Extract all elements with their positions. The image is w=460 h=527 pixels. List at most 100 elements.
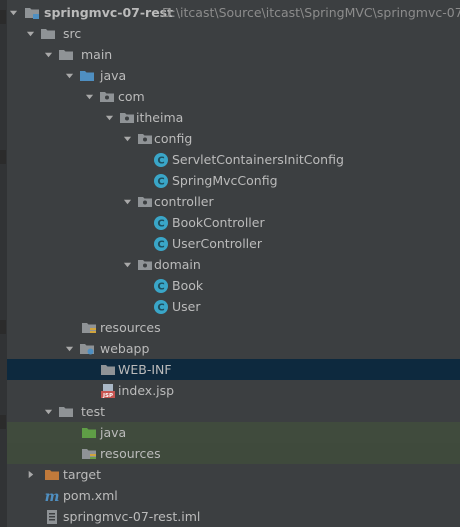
chevron-right-icon[interactable] [24,464,36,485]
tree-item-label: User [172,299,201,314]
folder-icon [24,5,40,21]
chevron-down-icon[interactable] [83,86,95,107]
chevron-down-icon[interactable] [121,128,133,149]
jsp-icon: JSP [100,383,116,399]
test-resources-folder-icon [81,446,97,462]
chevron-down-icon[interactable] [121,191,133,212]
tree-item-iml[interactable]: springmvc-07-rest.iml [7,506,460,527]
chevron-down-icon[interactable] [42,44,54,65]
tree-item-domain[interactable]: domain [7,254,460,275]
tree-item-target[interactable]: target [7,464,460,485]
tree-item-config[interactable]: config [7,128,460,149]
tree-item-label: java [100,68,127,83]
folder-icon [58,47,74,63]
chevron-down-icon[interactable] [103,107,115,128]
tree-item-resources[interactable]: resources [7,317,460,338]
project-name: springmvc-07-rest [44,5,174,20]
tree-item-label: src [63,26,82,41]
gutter-marker [0,415,6,429]
tree-item-label: WEB-INF [118,362,172,377]
tree-item-test-resources[interactable]: resources [7,443,460,464]
tree-item-label: index.jsp [118,383,175,398]
project-tree: springmvc-07-rest D:\itcast\Source\itcas… [7,2,460,527]
svg-text:C: C [157,219,164,230]
tree-item-pom[interactable]: m pom.xml [7,485,460,506]
chevron-down-icon[interactable] [42,401,54,422]
class-icon: C [153,173,169,189]
tree-item-com[interactable]: com [7,86,460,107]
svg-text:C: C [157,156,164,167]
tree-item-book-controller[interactable]: C BookController [7,212,460,233]
tree-item-label: ServletContainersInitConfig [172,152,344,167]
tree-item-label: config [154,131,193,146]
tree-item-label: Book [172,278,204,293]
tree-item-label: com [118,89,145,104]
source-folder-icon [79,68,95,84]
resources-folder-icon [81,320,97,336]
tree-item-label: springmvc-07-rest.iml [63,509,201,524]
class-icon: C [153,152,169,168]
svg-text:C: C [157,282,164,293]
package-icon [99,89,115,105]
gutter-marker [0,10,6,24]
package-icon [137,194,153,210]
folder-icon [100,362,116,378]
test-source-folder-icon [81,425,97,441]
folder-icon [79,341,95,357]
tree-item-servlet-containers-init-config[interactable]: C ServletContainersInitConfig [7,149,460,170]
tree-item-controller[interactable]: controller [7,191,460,212]
tree-item-main[interactable]: main [7,44,460,65]
tree-item-springmvc-config[interactable]: C SpringMvcConfig [7,170,460,191]
tree-item-webapp[interactable]: webapp [7,338,460,359]
svg-text:C: C [157,303,164,314]
tree-item-label: UserController [172,236,262,251]
tree-item-book[interactable]: C Book [7,275,460,296]
gutter-marker [0,150,6,164]
class-icon: C [153,299,169,315]
tree-item-label: resources [100,446,161,461]
tree-item-project-root[interactable]: springmvc-07-rest D:\itcast\Source\itcas… [7,2,460,23]
project-path: D:\itcast\Source\itcast\SpringMVC\spring… [162,5,460,20]
tree-item-label: webapp [100,341,150,356]
tree-item-label: controller [154,194,214,209]
tree-item-test-java[interactable]: java [7,422,460,443]
svg-text:JSP: JSP [102,393,113,399]
tree-item-label: resources [100,320,161,335]
tree-item-src[interactable]: src [7,23,460,44]
package-icon [137,257,153,273]
tree-item-test[interactable]: test [7,401,460,422]
folder-icon [40,26,56,42]
svg-text:C: C [157,177,164,188]
svg-text:m: m [45,489,60,504]
chevron-down-icon[interactable] [63,338,75,359]
tree-item-java[interactable]: java [7,65,460,86]
gutter-marker [0,320,6,334]
class-icon: C [153,236,169,252]
chevron-down-icon[interactable] [63,65,75,86]
tree-item-label: pom.xml [63,488,118,503]
chevron-down-icon[interactable] [121,254,133,275]
package-icon [119,110,135,126]
tree-item-label: SpringMvcConfig [172,173,278,188]
excluded-folder-icon [44,467,60,483]
class-icon: C [153,215,169,231]
folder-icon [58,404,74,420]
class-icon: C [153,278,169,294]
tree-item-label: BookController [172,215,265,230]
tree-item-label: domain [154,257,201,272]
svg-text:C: C [157,240,164,251]
tree-item-label: java [100,425,127,440]
tree-item-label: test [81,404,106,419]
module-icon [44,509,60,525]
tree-item-itheima[interactable]: itheima [7,107,460,128]
tree-item-web-inf[interactable]: WEB-INF [7,359,460,380]
tree-item-user[interactable]: C User [7,296,460,317]
package-icon [137,131,153,147]
chevron-down-icon[interactable] [24,23,36,44]
tree-item-label: itheima [136,110,184,125]
tree-item-user-controller[interactable]: C UserController [7,233,460,254]
maven-icon: m [44,488,60,504]
chevron-down-icon[interactable] [7,2,19,23]
tree-item-index-jsp[interactable]: JSP index.jsp [7,380,460,401]
tree-item-label: main [81,47,113,62]
